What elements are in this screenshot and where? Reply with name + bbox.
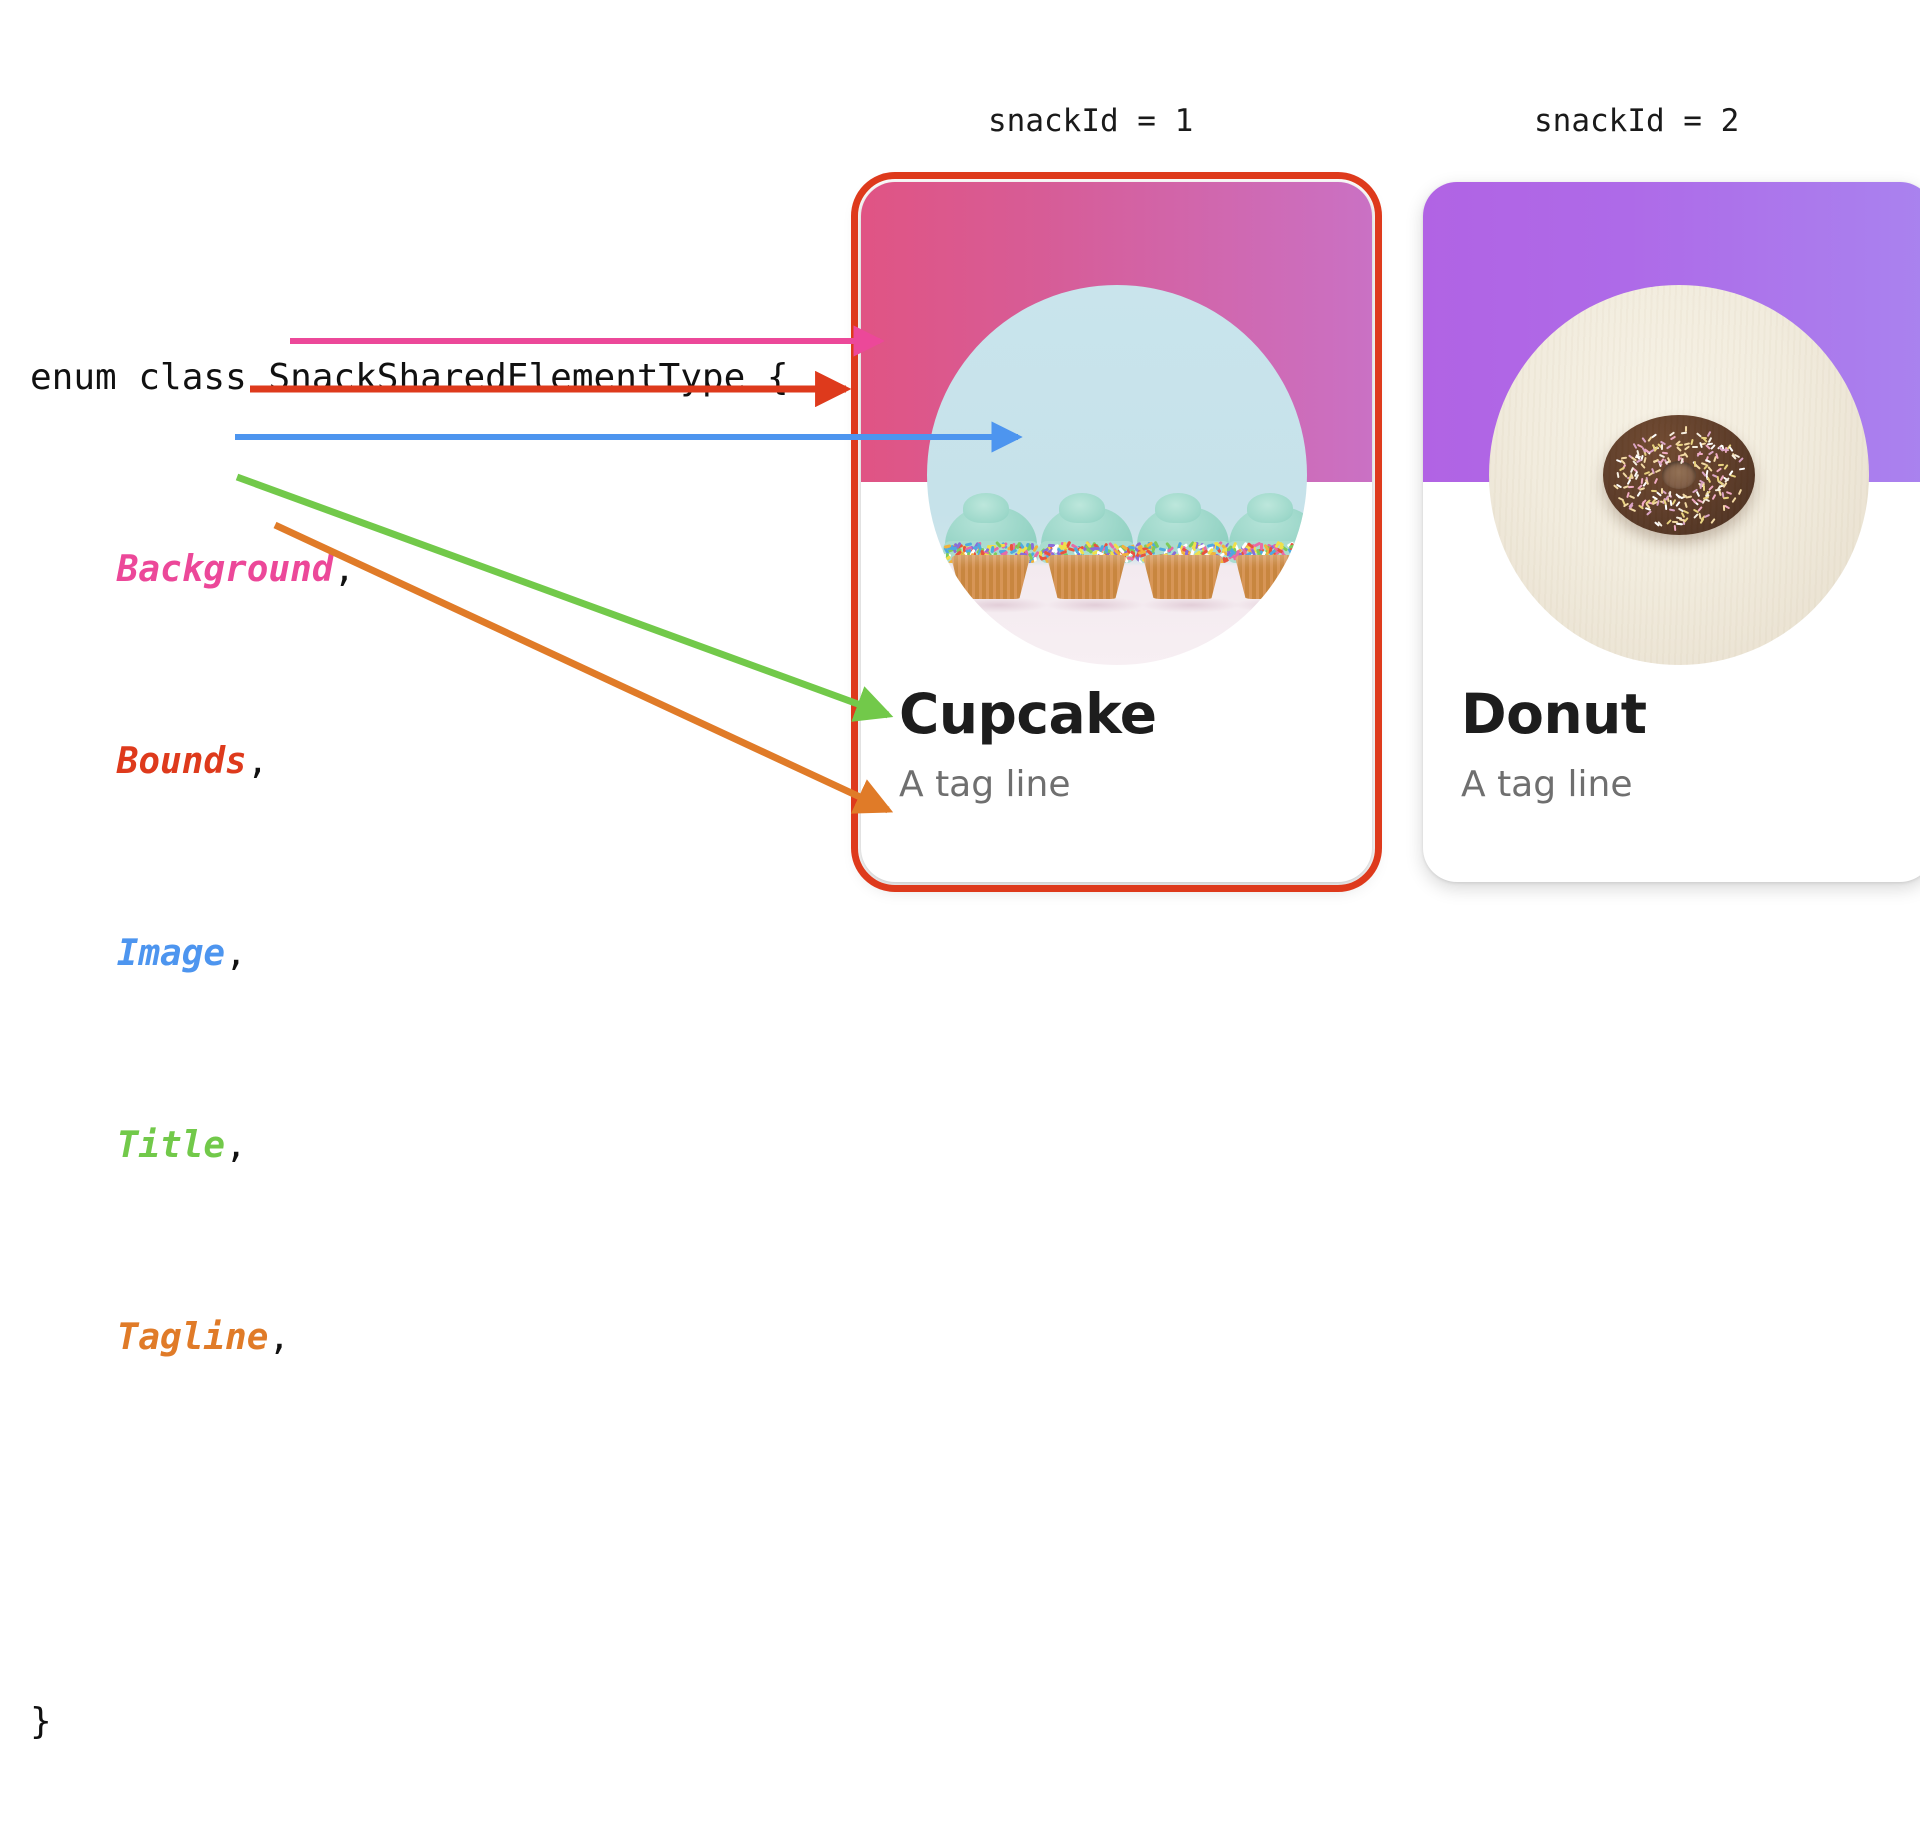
code-line-title: Title, <box>30 1122 789 1170</box>
enum-entry-tagline: Tagline <box>117 1317 269 1358</box>
card-image-circle-donut <box>1489 285 1869 665</box>
code-line-background: Background, <box>30 546 789 594</box>
card-tagline-donut: A tag line <box>1461 767 1633 803</box>
code-line-tagline: Tagline, <box>30 1314 789 1362</box>
comma-image: , <box>225 933 247 974</box>
donut-shape <box>1603 415 1755 535</box>
comma-bounds: , <box>247 741 269 782</box>
enum-entry-image: Image <box>117 933 225 974</box>
enum-entry-background: Background <box>117 549 334 590</box>
code-line-image: Image, <box>30 930 789 978</box>
card-title-cupcake: Cupcake <box>899 687 1157 742</box>
snack-card-cupcake[interactable]: Cupcake A tag line <box>861 182 1372 882</box>
code-snippet: enum class SnackSharedElementType { Back… <box>30 258 789 1842</box>
card-image-circle-cupcake <box>927 285 1307 665</box>
enum-entry-bounds: Bounds <box>117 741 247 782</box>
enum-entry-title: Title <box>117 1125 225 1166</box>
comma-background: , <box>333 549 355 590</box>
snack-id-caption-2: snackId = 2 <box>1534 103 1739 139</box>
comma-tagline: , <box>268 1317 290 1358</box>
code-line-bounds: Bounds, <box>30 738 789 786</box>
card-tagline-cupcake: A tag line <box>899 767 1071 803</box>
code-close-brace: } <box>30 1701 52 1742</box>
snack-card-donut[interactable]: Donut A tag line <box>1423 182 1920 882</box>
code-line-declaration: enum class SnackSharedElementType { <box>30 354 789 402</box>
code-blank-line <box>30 1506 789 1554</box>
comma-title: , <box>225 1125 247 1166</box>
cupcake-photo <box>927 285 1307 665</box>
snack-id-caption-1: snackId = 1 <box>988 103 1193 139</box>
donut-hole <box>1662 461 1696 489</box>
code-declaration-text: enum class SnackSharedElementType { <box>30 357 789 398</box>
diagram-canvas: enum class SnackSharedElementType { Back… <box>0 0 1920 1080</box>
card-title-donut: Donut <box>1461 687 1647 742</box>
donut-photo <box>1489 285 1869 665</box>
code-line-close: } <box>30 1698 789 1746</box>
